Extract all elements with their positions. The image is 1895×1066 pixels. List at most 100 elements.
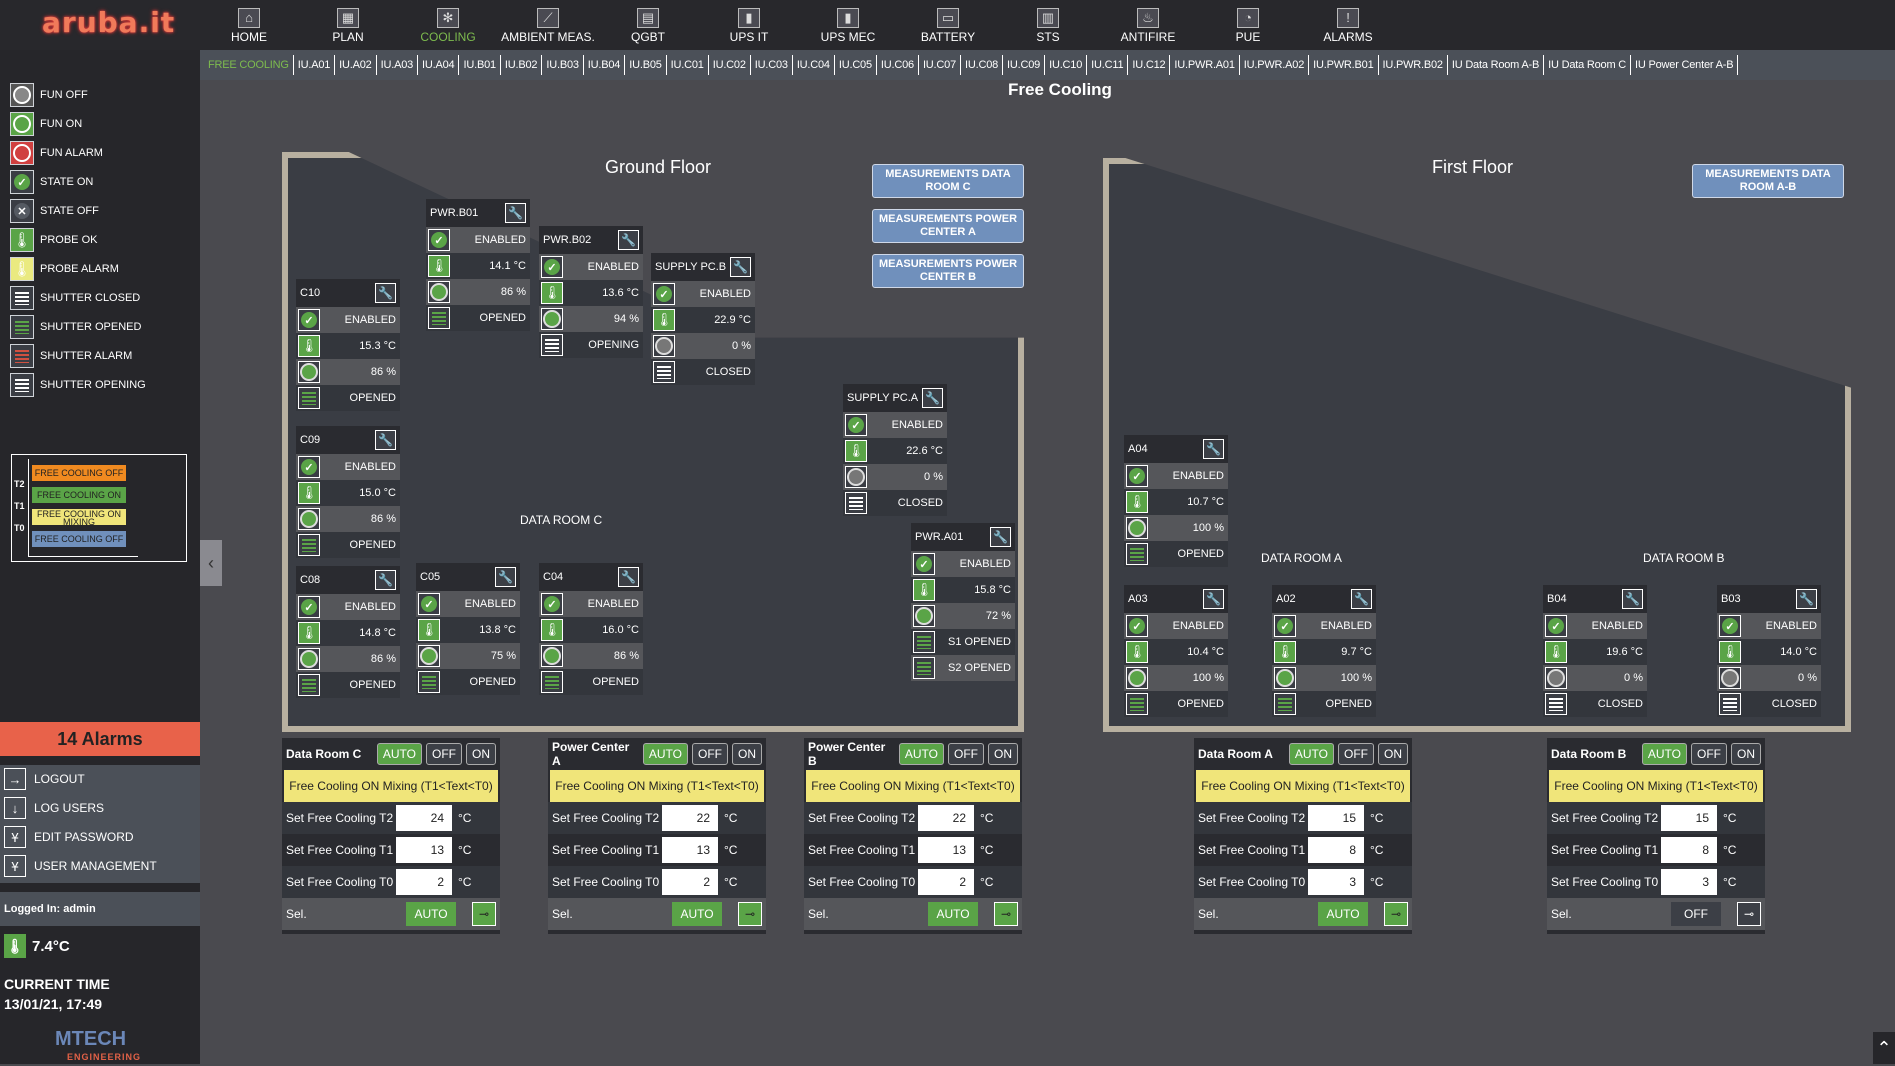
setpoint-t1-input[interactable] (1661, 837, 1717, 863)
selector-toggle-icon[interactable]: ⊸ (1384, 902, 1408, 926)
tab-iu-c07[interactable]: IU.C07 (919, 55, 961, 75)
measurements-button[interactable]: MEASUREMENTS POWER CENTER A (872, 209, 1024, 243)
wrench-icon[interactable]: 🔧 (990, 527, 1011, 547)
selector-toggle-icon[interactable]: ⊸ (472, 902, 496, 926)
mode-off-button[interactable]: OFF (1691, 743, 1727, 765)
menu-edit-password[interactable]: Ұ EDIT PASSWORD (4, 825, 134, 849)
nav-alarms[interactable]: ! ALARMS (1293, 8, 1403, 44)
mode-off-button[interactable]: OFF (692, 743, 728, 765)
measurements-button[interactable]: MEASUREMENTS POWER CENTER B (872, 254, 1024, 288)
tab-iu-c01[interactable]: IU.C01 (667, 55, 709, 75)
collapse-sidebar-button[interactable]: ‹ (200, 540, 222, 586)
tab-iu-pwr-a01[interactable]: IU.PWR.A01 (1170, 55, 1240, 75)
tab-iu-c03[interactable]: IU.C03 (751, 55, 793, 75)
tab-iu-a01[interactable]: IU.A01 (294, 55, 336, 75)
wrench-icon[interactable]: 🔧 (1622, 589, 1643, 609)
nav-ups-mec[interactable]: ▮ UPS MEC (793, 8, 903, 44)
nav-pue[interactable]: ◔ PUE (1193, 8, 1303, 44)
tab-iu-b02[interactable]: IU.B02 (501, 55, 543, 75)
wrench-icon[interactable]: 🔧 (505, 203, 526, 223)
tab-iu-a02[interactable]: IU.A02 (335, 55, 377, 75)
wrench-icon[interactable]: 🔧 (1796, 589, 1817, 609)
wrench-icon[interactable]: 🔧 (1203, 589, 1224, 609)
setpoint-t2-input[interactable] (918, 805, 974, 831)
measurements-button[interactable]: MEASUREMENTS DATA ROOM C (872, 164, 1024, 198)
nav-ambient-meas[interactable]: ⟋ AMBIENT MEAS. (493, 8, 603, 44)
menu-user-management[interactable]: Ұ USER MANAGEMENT (4, 854, 157, 878)
nav-qgbt[interactable]: ▤ QGBT (593, 8, 703, 44)
wrench-icon[interactable]: 🔧 (375, 430, 396, 450)
selector-toggle-icon[interactable]: ⊸ (994, 902, 1018, 926)
wrench-icon[interactable]: 🔧 (730, 257, 751, 277)
tab-iu-c02[interactable]: IU.C02 (709, 55, 751, 75)
setpoint-t1-input[interactable] (1308, 837, 1364, 863)
tab-free-cooling[interactable]: FREE COOLING (204, 55, 294, 75)
mode-auto-button[interactable]: AUTO (898, 743, 944, 765)
wrench-icon[interactable]: 🔧 (495, 567, 516, 587)
menu-logout[interactable]: → LOGOUT (4, 767, 85, 791)
wrench-icon[interactable]: 🔧 (1203, 439, 1224, 459)
tab-iu-pwr-b01[interactable]: IU.PWR.B01 (1309, 55, 1379, 75)
nav-plan[interactable]: ▦ PLAN (293, 8, 403, 44)
setpoint-t2-input[interactable] (396, 805, 452, 831)
mode-on-button[interactable]: ON (466, 743, 496, 765)
setpoint-t0-input[interactable] (1661, 869, 1717, 895)
setpoint-t2-input[interactable] (1661, 805, 1717, 831)
tab-iu-b05[interactable]: IU.B05 (625, 55, 667, 75)
mode-auto-button[interactable]: AUTO (376, 743, 422, 765)
tab-iu-b03[interactable]: IU.B03 (542, 55, 584, 75)
tab-iu-data-room-a-b[interactable]: IU Data Room A-B (1448, 55, 1545, 75)
mode-on-button[interactable]: ON (732, 743, 762, 765)
nav-ups-it[interactable]: ▮ UPS IT (694, 8, 804, 44)
wrench-icon[interactable]: 🔧 (922, 388, 943, 408)
tab-iu-power-center-a-b[interactable]: IU Power Center A-B (1631, 55, 1739, 75)
wrench-icon[interactable]: 🔧 (375, 570, 396, 590)
mode-off-button[interactable]: OFF (948, 743, 984, 765)
wrench-icon[interactable]: 🔧 (1351, 589, 1372, 609)
measurements-button[interactable]: MEASUREMENTS DATA ROOM A-B (1692, 164, 1844, 198)
mode-auto-button[interactable]: AUTO (1288, 743, 1334, 765)
mode-on-button[interactable]: ON (988, 743, 1018, 765)
setpoint-t1-input[interactable] (662, 837, 718, 863)
selector-toggle-icon[interactable]: ⊸ (1737, 902, 1761, 926)
tab-iu-data-room-c[interactable]: IU Data Room C (1544, 55, 1632, 75)
mode-auto-button[interactable]: AUTO (1641, 743, 1687, 765)
setpoint-t1-input[interactable] (918, 837, 974, 863)
tab-iu-pwr-b02[interactable]: IU.PWR.B02 (1379, 55, 1448, 75)
setpoint-t0-input[interactable] (662, 869, 718, 895)
tab-iu-c10[interactable]: IU.C10 (1045, 55, 1088, 75)
alarms-counter[interactable]: 14 Alarms (0, 722, 200, 756)
nav-battery[interactable]: ▭ BATTERY (893, 8, 1003, 44)
tab-iu-pwr-a02[interactable]: IU.PWR.A02 (1240, 55, 1310, 75)
nav-cooling[interactable]: ✻ COOLING (393, 8, 503, 44)
nav-antifire[interactable]: ♨ ANTIFIRE (1093, 8, 1203, 44)
tab-iu-c11[interactable]: IU.C11 (1087, 55, 1129, 75)
tab-iu-c12[interactable]: IU.C12 (1128, 55, 1171, 75)
selector-toggle-icon[interactable]: ⊸ (738, 902, 762, 926)
setpoint-t2-input[interactable] (662, 805, 718, 831)
tab-iu-c04[interactable]: IU.C04 (793, 55, 835, 75)
tab-iu-c06[interactable]: IU.C06 (877, 55, 919, 75)
wrench-icon[interactable]: 🔧 (618, 230, 639, 250)
setpoint-t2-input[interactable] (1308, 805, 1364, 831)
nav-sts[interactable]: ▥ STS (993, 8, 1103, 44)
mode-off-button[interactable]: OFF (426, 743, 462, 765)
tab-iu-b01[interactable]: IU.B01 (459, 55, 501, 75)
mode-off-button[interactable]: OFF (1338, 743, 1374, 765)
scroll-top-button[interactable]: ⌃ (1873, 1032, 1895, 1064)
tab-iu-a04[interactable]: IU.A04 (418, 55, 460, 75)
tab-iu-c09[interactable]: IU.C09 (1003, 55, 1046, 75)
tab-iu-b04[interactable]: IU.B04 (584, 55, 626, 75)
wrench-icon[interactable]: 🔧 (618, 567, 639, 587)
nav-home[interactable]: ⌂ HOME (194, 8, 304, 44)
tab-iu-c05[interactable]: IU.C05 (835, 55, 877, 75)
mode-on-button[interactable]: ON (1378, 743, 1408, 765)
setpoint-t0-input[interactable] (918, 869, 974, 895)
setpoint-t0-input[interactable] (396, 869, 452, 895)
menu-log-users[interactable]: ↓ LOG USERS (4, 796, 104, 820)
setpoint-t1-input[interactable] (396, 837, 452, 863)
wrench-icon[interactable]: 🔧 (375, 283, 396, 303)
tab-iu-c08[interactable]: IU.C08 (961, 55, 1004, 75)
mode-on-button[interactable]: ON (1731, 743, 1761, 765)
mode-auto-button[interactable]: AUTO (642, 743, 688, 765)
